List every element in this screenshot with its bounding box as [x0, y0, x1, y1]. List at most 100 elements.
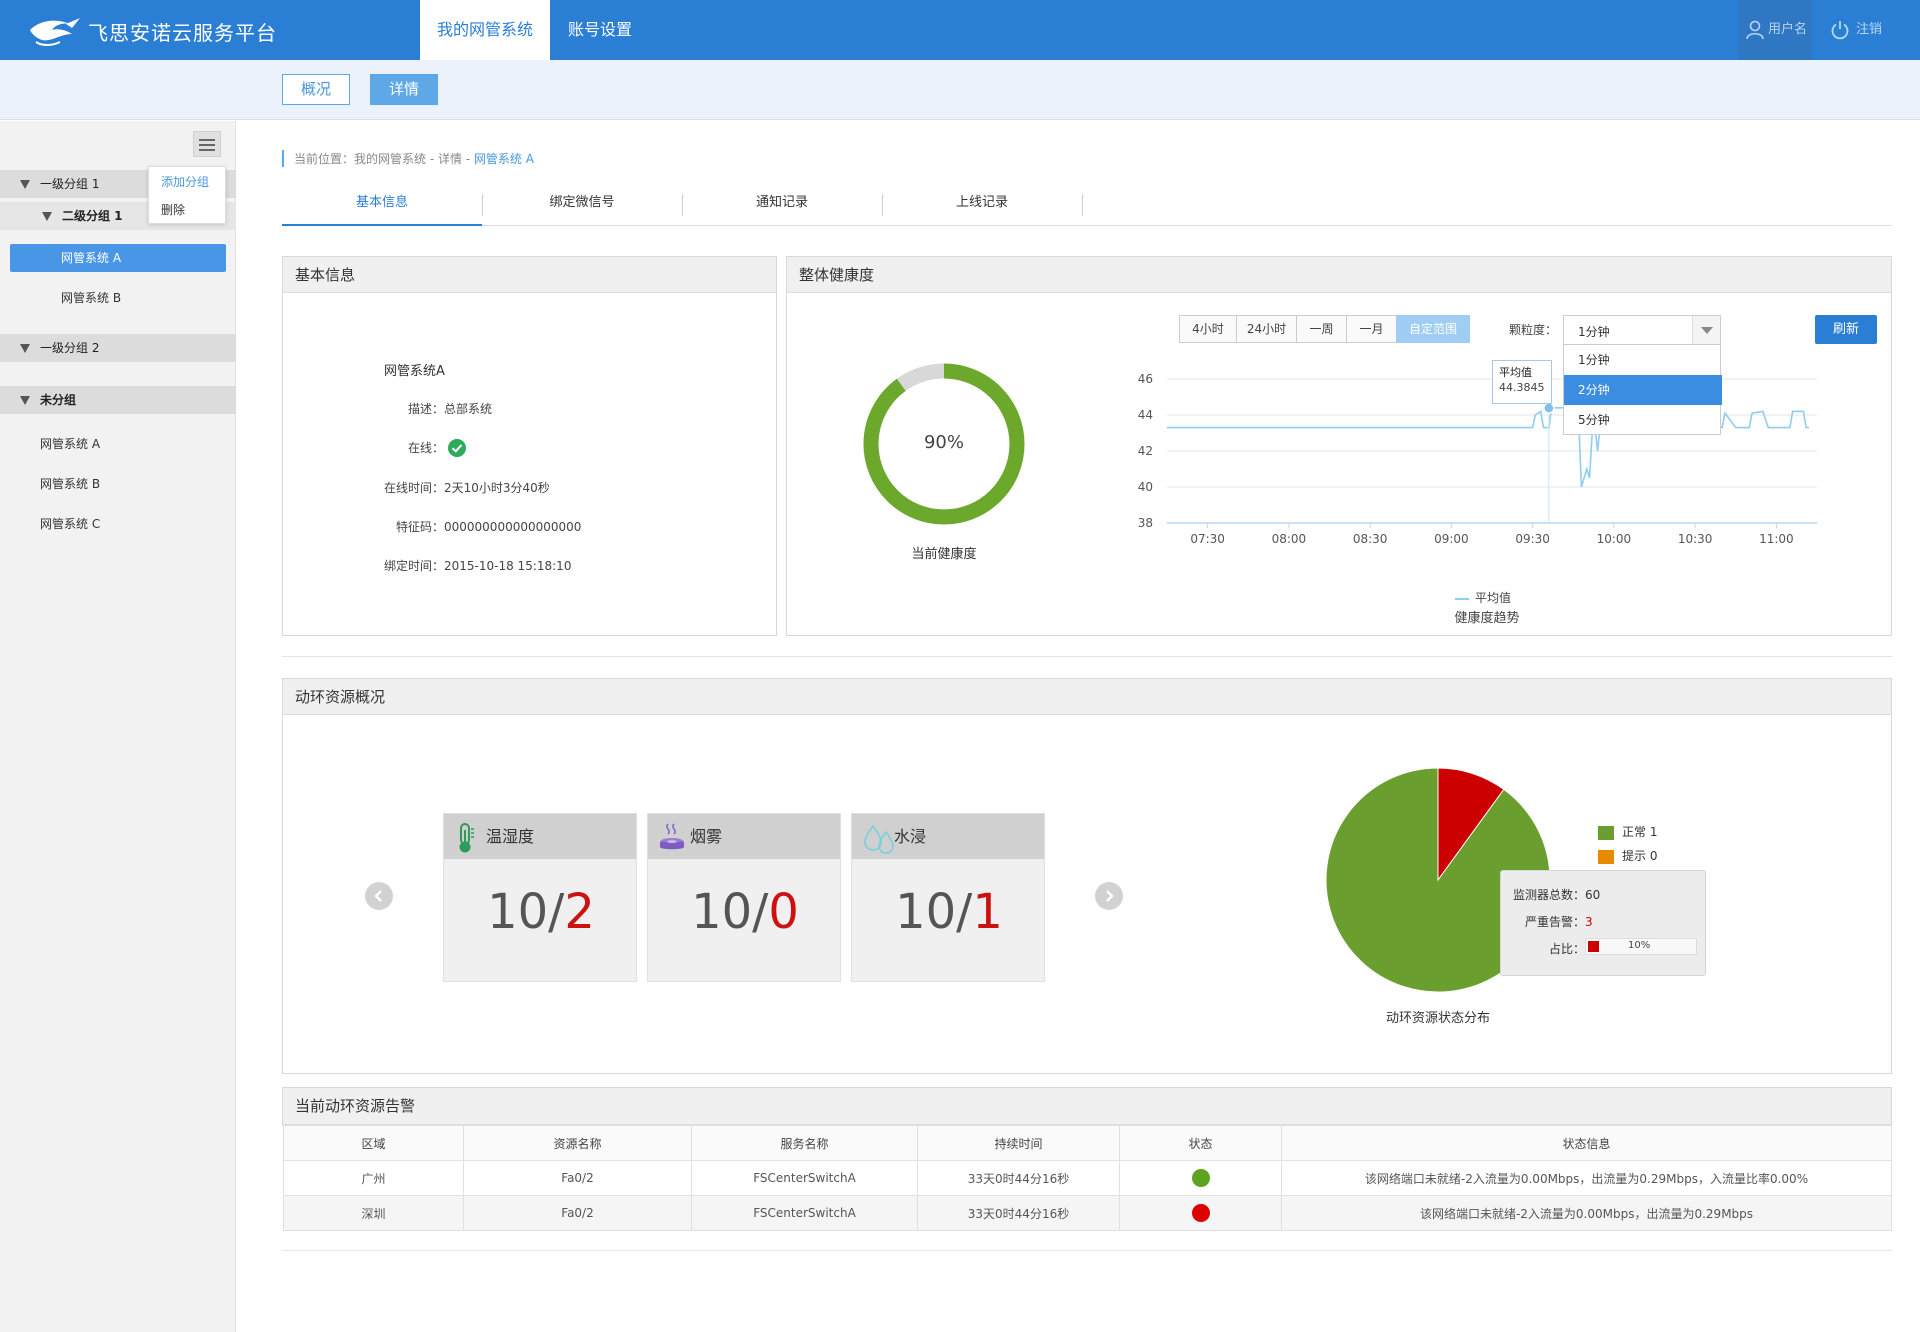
- option-2min[interactable]: 2分钟: [1564, 375, 1722, 405]
- add-group-item[interactable]: 添加分组: [161, 173, 209, 190]
- panel-title: 基本信息: [283, 257, 776, 293]
- x-tick-label: 08:00: [1272, 532, 1307, 546]
- x-tick-label: 07:30: [1190, 532, 1225, 546]
- granularity-select[interactable]: 1分钟: [1563, 315, 1721, 345]
- user-name: 用户名: [1768, 22, 1808, 37]
- user-menu[interactable]: 用户名: [1738, 0, 1812, 60]
- column-header: 区域: [283, 1125, 464, 1161]
- tab-online-records[interactable]: 上线记录: [882, 188, 1082, 226]
- column-header: 资源名称: [463, 1125, 692, 1161]
- carousel-next-button[interactable]: [1095, 882, 1123, 910]
- env-card-temperature[interactable]: 温湿度 10/2: [443, 813, 637, 982]
- system-description: 描述：总部系统: [408, 402, 493, 416]
- cell-duration: 33天0时44分16秒: [917, 1160, 1120, 1196]
- sidebar-group-2[interactable]: 一级分组 2: [0, 334, 236, 362]
- collapse-arrow-icon: [20, 396, 30, 405]
- subgroup-label: 二级分组 1: [62, 209, 123, 223]
- sidebar-item-system-b[interactable]: 网管系统 B: [61, 284, 121, 312]
- chart-caption: 健康度趋势: [1454, 611, 1520, 626]
- online-status: 在线：: [408, 438, 466, 457]
- tooltip-value: 44.3845: [1499, 381, 1545, 394]
- card-total: 10/: [691, 884, 769, 940]
- monitor-total: 监测器总数：60: [1513, 888, 1601, 902]
- ratio-label: 占比：: [1549, 942, 1586, 956]
- sidebar-ungrouped[interactable]: 未分组: [0, 386, 236, 414]
- severe-alarm: 严重告警：3: [1525, 913, 1593, 930]
- cell-resource: Fa0/2: [463, 1195, 692, 1231]
- card-value: 10/0: [648, 884, 842, 940]
- divider: [282, 1250, 1892, 1251]
- card-value: 10/1: [852, 884, 1046, 940]
- card-title: 烟雾: [690, 827, 723, 846]
- tab-bind-wechat[interactable]: 绑定微信号: [482, 188, 682, 226]
- range-custom[interactable]: 自定范围: [1396, 315, 1470, 343]
- env-card-smoke[interactable]: 烟雾 10/0: [647, 813, 841, 982]
- cell-info: 该网络端口未就绪-2入流量为0.00Mbps，出流量为0.29Mbps: [1281, 1195, 1892, 1231]
- sidebar: 添加分组 删除 一级分组 1 二级分组 1 网管系统 A 网管系统 B 一级分组…: [0, 121, 236, 1332]
- legend-label: 正常 1: [1622, 825, 1658, 839]
- range-24h[interactable]: 24小时: [1236, 315, 1297, 343]
- carousel-prev-button[interactable]: [365, 882, 393, 910]
- option-1min[interactable]: 1分钟: [1564, 345, 1722, 375]
- cell-duration: 33天0时44分16秒: [917, 1195, 1120, 1231]
- option-5min[interactable]: 5分钟: [1564, 405, 1722, 435]
- cell-service: FSCenterSwitchA: [691, 1195, 918, 1231]
- y-tick-label: 40: [1138, 480, 1153, 494]
- table-header-row: 区域 资源名称 服务名称 持续时间 状态 状态信息: [283, 1125, 1892, 1161]
- refresh-button[interactable]: 刷新: [1815, 315, 1877, 344]
- env-card-water[interactable]: 水浸 10/1: [851, 813, 1045, 982]
- bird-logo-icon: [30, 18, 80, 46]
- ratio-fill: [1588, 941, 1599, 952]
- table-row[interactable]: 广州 Fa0/2 FSCenterSwitchA 33天0时44分16秒 该网络…: [283, 1160, 1892, 1196]
- breadcrumb-current[interactable]: 网管系统 A: [474, 152, 534, 166]
- sidebar-item-system-a[interactable]: 网管系统 A: [10, 244, 226, 272]
- cell-resource: Fa0/2: [463, 1160, 692, 1196]
- breadcrumb-prefix: 当前位置：我的网管系统 - 详情 -: [294, 152, 474, 166]
- online-check-icon: [447, 438, 466, 457]
- health-percent: 90%: [923, 432, 964, 453]
- alarm-table: 区域 资源名称 服务名称 持续时间 状态 状态信息 广州 Fa0/2 FSCen…: [283, 1125, 1892, 1231]
- table-row[interactable]: 深圳 Fa0/2 FSCenterSwitchA 33天0时44分16秒 该网络…: [283, 1195, 1892, 1231]
- cell-service: FSCenterSwitchA: [691, 1160, 918, 1196]
- status-dot-icon: [1191, 1204, 1210, 1222]
- health-panel: 整体健康度 90% 当前健康度 4小时 24小时 一周 一月 自定范围 颗粒度：…: [786, 256, 1892, 636]
- delete-group-item[interactable]: 删除: [161, 201, 185, 218]
- card-alarm-count: 1: [972, 884, 1003, 940]
- granularity-value: 1分钟: [1578, 325, 1610, 339]
- card-total: 10/: [487, 884, 565, 940]
- tab-basic-info[interactable]: 基本信息: [282, 188, 482, 226]
- range-month[interactable]: 一月: [1346, 315, 1397, 343]
- panel-title: 动环资源概况: [283, 679, 1891, 715]
- collapse-arrow-icon: [42, 212, 52, 221]
- column-header: 持续时间: [917, 1125, 1120, 1161]
- detail-button[interactable]: 详情: [370, 74, 438, 105]
- range-4h[interactable]: 4小时: [1179, 315, 1237, 343]
- granularity-label: 颗粒度：: [1509, 323, 1558, 337]
- legend-item-normal: 正常 1: [1598, 823, 1657, 847]
- sidebar-menu-button[interactable]: [193, 131, 221, 157]
- sidebar-item-ungrouped-a[interactable]: 网管系统 A: [40, 430, 100, 458]
- alarm-panel: 当前动环资源告警: [282, 1087, 1892, 1126]
- logout-button[interactable]: 注销: [1830, 0, 1882, 60]
- column-header: 状态信息: [1281, 1125, 1892, 1161]
- collapse-arrow-icon: [20, 344, 30, 353]
- range-week[interactable]: 一周: [1296, 315, 1347, 343]
- sidebar-item-ungrouped-b[interactable]: 网管系统 B: [40, 470, 100, 498]
- ratio-value: 10%: [1628, 940, 1651, 951]
- nav-my-systems[interactable]: 我的网管系统: [420, 0, 550, 60]
- sidebar-item-ungrouped-c[interactable]: 网管系统 C: [40, 510, 100, 538]
- group-menu-popup: 添加分组 删除: [148, 166, 226, 224]
- cell-status: [1119, 1195, 1282, 1231]
- card-alarm-count: 2: [564, 884, 595, 940]
- tab-notifications[interactable]: 通知记录: [682, 188, 882, 226]
- bind-time: 绑定时间：2015-10-18 15:18:10: [384, 559, 572, 573]
- granularity-dropdown: 1分钟 2分钟 5分钟: [1563, 345, 1722, 435]
- card-title: 温湿度: [486, 827, 535, 846]
- top-bar: 飞思安诺云服务平台 我的网管系统 账号设置 用户名 注销: [0, 0, 1920, 60]
- tooltip-title: 平均值: [1499, 366, 1532, 379]
- feature-code: 特征码：000000000000000000: [396, 520, 582, 534]
- column-header: 服务名称: [691, 1125, 918, 1161]
- hover-point: [1543, 402, 1555, 414]
- overview-button[interactable]: 概况: [282, 74, 350, 105]
- nav-account-settings[interactable]: 账号设置: [560, 0, 640, 60]
